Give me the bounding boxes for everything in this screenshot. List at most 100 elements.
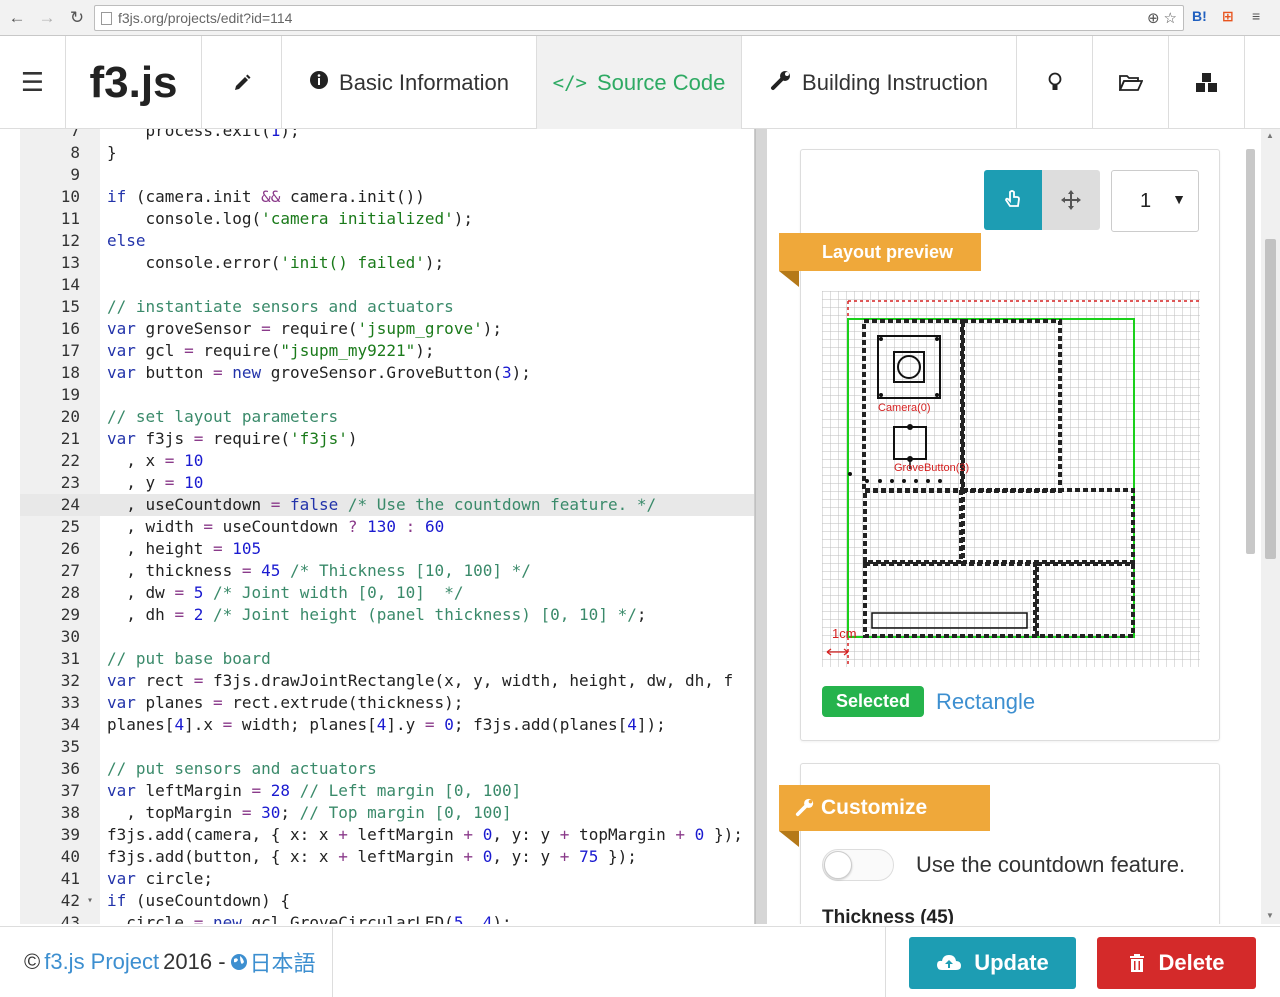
logo[interactable]: f3.js <box>66 36 202 129</box>
code-text[interactable]: , topMargin = 30; // Top margin [0, 100] <box>100 802 511 824</box>
code-line[interactable]: 19 <box>20 384 754 406</box>
code-text[interactable]: var button = new groveSensor.GroveButton… <box>100 362 531 384</box>
forward-icon[interactable]: → <box>34 5 60 31</box>
code-line[interactable]: 21 var f3js = require('f3js') <box>20 428 754 450</box>
code-text[interactable] <box>100 736 107 758</box>
back-icon[interactable]: ← <box>4 5 30 31</box>
code-text[interactable]: f3js.add(camera, { x: x + leftMargin + 0… <box>100 824 743 846</box>
tab-source-code[interactable]: </> Source Code <box>537 36 742 129</box>
code-line[interactable]: 32 var rect = f3js.drawJointRectangle(x, … <box>20 670 754 692</box>
code-line[interactable]: 8} <box>20 142 754 164</box>
code-text[interactable]: var circle; <box>100 868 213 890</box>
code-line[interactable]: 38 , topMargin = 30; // Top margin [0, 1… <box>20 802 754 824</box>
project-link[interactable]: f3.js Project <box>44 949 159 975</box>
code-line[interactable]: 12 else <box>20 230 754 252</box>
code-line[interactable]: 33 var planes = rect.extrude(thickness); <box>20 692 754 714</box>
bookmark-star-icon[interactable]: ☆ <box>1164 9 1177 27</box>
code-line[interactable]: 9 <box>20 164 754 186</box>
pointer-tool-button[interactable] <box>984 170 1042 230</box>
code-text[interactable]: // put sensors and actuators <box>100 758 377 780</box>
code-line[interactable]: 36 // put sensors and actuators <box>20 758 754 780</box>
code-text[interactable] <box>100 164 107 186</box>
code-text[interactable]: , dw = 5 /* Joint width [0, 10] */ <box>100 582 463 604</box>
code-line[interactable]: 11 console.log('camera initialized'); <box>20 208 754 230</box>
code-line[interactable]: 34 planes[4].x = width; planes[4].y = 0; … <box>20 714 754 736</box>
code-text[interactable] <box>100 384 107 406</box>
selected-name-link[interactable]: Rectangle <box>936 689 1035 715</box>
code-text[interactable]: , x = 10 <box>100 450 203 472</box>
code-text[interactable]: , thickness = 45 /* Thickness [10, 100] … <box>100 560 531 582</box>
code-line[interactable]: 7 process.exit(1); <box>20 129 754 142</box>
code-line[interactable]: 14 <box>20 274 754 296</box>
code-line[interactable]: 25 , width = useCountdown ? 130 : 60 <box>20 516 754 538</box>
address-text[interactable]: f3js.org/projects/edit?id=114 <box>118 10 292 26</box>
code-line[interactable]: 35 <box>20 736 754 758</box>
code-text[interactable]: var groveSensor = require('jsupm_grove')… <box>100 318 502 340</box>
language-link[interactable]: 日本語 <box>230 946 316 978</box>
code-text[interactable]: // put base board <box>100 648 271 670</box>
code-text[interactable]: var rect = f3js.drawJointRectangle(x, y,… <box>100 670 733 692</box>
office-icon[interactable]: ⊞ <box>1222 8 1234 25</box>
hatena-bookmark-icon[interactable]: B! <box>1192 8 1207 24</box>
hamburger-menu-icon[interactable]: ☰ <box>0 36 66 129</box>
code-line[interactable]: 16 var groveSensor = require('jsupm_grove… <box>20 318 754 340</box>
code-line[interactable]: 42 ▾ if (useCountdown) { <box>20 890 754 912</box>
code-text[interactable]: console.log('camera initialized'); <box>100 208 474 230</box>
code-line[interactable]: 30 <box>20 626 754 648</box>
panel-scrollbar[interactable] <box>1243 139 1257 919</box>
code-text[interactable]: // set layout parameters <box>100 406 338 428</box>
move-tool-button[interactable] <box>1042 170 1100 230</box>
code-line[interactable]: 31 // put base board <box>20 648 754 670</box>
tab-basic-information[interactable]: Basic Information <box>282 36 537 129</box>
code-text[interactable]: , dh = 2 /* Joint height (panel thicknes… <box>100 604 646 626</box>
edit-pencil-icon[interactable] <box>202 36 282 129</box>
code-text[interactable]: } <box>100 142 117 164</box>
code-line[interactable]: 26 , height = 105 <box>20 538 754 560</box>
code-text[interactable]: circle = new gcl.GroveCircularLED(5, 4); <box>100 912 511 924</box>
scroll-up-icon[interactable]: ▲ <box>1266 131 1274 140</box>
code-text[interactable]: , height = 105 <box>100 538 261 560</box>
code-line[interactable]: 24 , useCountdown = false /* Use the cou… <box>20 494 754 516</box>
code-text[interactable]: else <box>100 230 146 252</box>
code-text[interactable]: , y = 10 <box>100 472 203 494</box>
code-editor[interactable]: 7 process.exit(1); 8} 9 10 if (camera.init &… <box>20 129 755 924</box>
code-text[interactable]: console.error('init() failed'); <box>100 252 445 274</box>
code-text[interactable] <box>100 626 107 648</box>
tab-building-instruction[interactable]: Building Instruction <box>742 36 1017 129</box>
code-text[interactable]: , width = useCountdown ? 130 : 60 <box>100 516 444 538</box>
code-line[interactable]: 29 , dh = 2 /* Joint height (panel thick… <box>20 604 754 626</box>
code-text[interactable]: var gcl = require("jsupm_my9221"); <box>100 340 435 362</box>
code-line[interactable]: 10 if (camera.init && camera.init()) <box>20 186 754 208</box>
code-text[interactable]: f3js.add(button, { x: x + leftMargin + 0… <box>100 846 637 868</box>
folder-open-icon[interactable] <box>1093 36 1169 129</box>
delete-button[interactable]: Delete <box>1097 937 1256 989</box>
code-text[interactable]: var f3js = require('f3js') <box>100 428 357 450</box>
code-text[interactable]: var leftMargin = 28 // Left margin [0, 1… <box>100 780 521 802</box>
code-line[interactable]: 22 , x = 10 <box>20 450 754 472</box>
code-text[interactable]: , useCountdown = false /* Use the countd… <box>100 494 656 516</box>
layout-preview-canvas[interactable]: Camera(0) GroveButton(3) 1cm <box>822 291 1200 667</box>
code-text[interactable]: if (camera.init && camera.init()) <box>100 186 425 208</box>
code-line[interactable]: 39 f3js.add(camera, { x: x + leftMargin +… <box>20 824 754 846</box>
cubes-icon[interactable] <box>1169 36 1245 129</box>
fold-arrow-icon[interactable]: ▾ <box>80 890 100 912</box>
code-text[interactable]: if (useCountdown) { <box>100 890 290 912</box>
code-line[interactable]: 40 f3js.add(button, { x: x + leftMargin +… <box>20 846 754 868</box>
code-text[interactable] <box>100 274 107 296</box>
page-scrollbar[interactable]: ▲ ▼ <box>1261 129 1280 924</box>
code-line[interactable]: 37 var leftMargin = 28 // Left margin [0,… <box>20 780 754 802</box>
code-line[interactable]: 23 , y = 10 <box>20 472 754 494</box>
lightbulb-icon[interactable] <box>1017 36 1093 129</box>
code-line[interactable]: 27 , thickness = 45 /* Thickness [10, 10… <box>20 560 754 582</box>
scroll-down-icon[interactable]: ▼ <box>1266 911 1274 920</box>
code-text[interactable]: process.exit(1); <box>100 129 300 142</box>
code-line[interactable]: 28 , dw = 5 /* Joint width [0, 10] */ <box>20 582 754 604</box>
split-divider[interactable] <box>755 129 767 924</box>
code-line[interactable]: 41 var circle; <box>20 868 754 890</box>
page-select[interactable]: 1 ▼ <box>1111 170 1199 232</box>
code-line[interactable]: 17 var gcl = require("jsupm_my9221"); <box>20 340 754 362</box>
code-text[interactable]: var planes = rect.extrude(thickness); <box>100 692 463 714</box>
code-line[interactable]: 15 // instantiate sensors and actuators <box>20 296 754 318</box>
code-text[interactable]: // instantiate sensors and actuators <box>100 296 454 318</box>
code-line[interactable]: 43 circle = new gcl.GroveCircularLED(5, … <box>20 912 754 924</box>
